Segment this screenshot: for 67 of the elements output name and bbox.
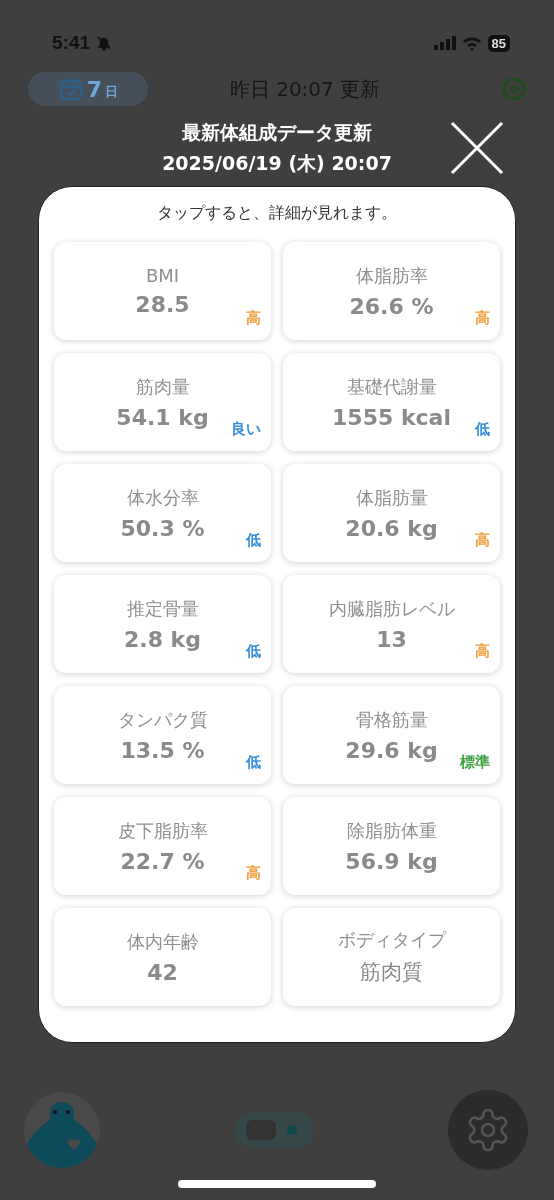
metric-value: 56.9 kg	[345, 848, 438, 874]
metric-card[interactable]: 骨格筋量 29.6 kg 標準	[283, 686, 500, 784]
metric-status: 高	[246, 309, 261, 328]
metric-label: 体脂肪率	[355, 263, 428, 288]
metric-value: 29.6 kg	[345, 737, 438, 763]
toggle-icon[interactable]	[234, 1112, 314, 1148]
metric-label: 皮下脂肪率	[117, 818, 208, 843]
metric-status: 高	[475, 531, 490, 550]
target-icon[interactable]	[502, 77, 526, 101]
metric-status: 高	[475, 309, 490, 328]
modal-title: 最新体組成データ更新	[182, 120, 372, 145]
days-count: 7	[86, 76, 103, 102]
calendar-icon	[57, 76, 84, 102]
measurement-date: 2025/06/19 (木) 20:07	[162, 151, 392, 176]
metric-card[interactable]: 体水分率 50.3 % 低	[54, 464, 271, 562]
metric-status: 高	[246, 864, 261, 883]
close-button[interactable]	[450, 121, 504, 175]
metric-card[interactable]: 体内年齢 42	[54, 908, 271, 1006]
metric-label: 除脂肪体重	[346, 818, 437, 843]
metric-label: BMI	[145, 265, 180, 286]
metric-card[interactable]: ボディタイプ 筋肉質	[283, 908, 500, 1006]
signal-icon	[433, 36, 456, 50]
metric-card[interactable]: タンパク質 13.5 % 低	[54, 686, 271, 784]
tap-hint: タップすると、詳細が見れます。	[156, 203, 398, 224]
metric-value: 13.5 %	[120, 737, 205, 763]
metric-status: 低	[475, 420, 490, 439]
metric-label: 骨格筋量	[355, 707, 428, 732]
metric-label: タンパク質	[117, 707, 208, 732]
metric-status: 高	[475, 642, 490, 661]
metric-card[interactable]: BMI 28.5 高	[54, 242, 271, 340]
metric-status: 標準	[460, 753, 490, 772]
metric-value: 54.1 kg	[116, 404, 209, 430]
metric-value: 42	[147, 959, 178, 985]
metric-label: 基礎代謝量	[346, 374, 437, 399]
wifi-icon	[461, 35, 482, 51]
muted-bell-icon	[96, 35, 113, 51]
metric-status: 低	[246, 531, 261, 550]
metric-value: 1555 kcal	[332, 404, 451, 430]
metric-label: 体内年齢	[126, 929, 199, 954]
metric-card[interactable]: 体脂肪率 26.6 % 高	[283, 242, 500, 340]
metric-label: ボディタイプ	[337, 928, 446, 952]
metric-card[interactable]: 基礎代謝量 1555 kcal 低	[283, 353, 500, 451]
metric-card[interactable]: 皮下脂肪率 22.7 % 高	[54, 797, 271, 895]
days-badge[interactable]: 7 日	[28, 72, 148, 106]
metric-status: 低	[246, 753, 261, 772]
metric-card[interactable]: 除脂肪体重 56.9 kg	[283, 797, 500, 895]
metric-label: 推定骨量	[126, 596, 199, 621]
metric-value: 2.8 kg	[124, 626, 201, 652]
metric-value: 筋肉質	[360, 959, 423, 986]
metric-value: 28.5	[135, 292, 190, 317]
metric-value: 20.6 kg	[345, 515, 438, 541]
metric-card[interactable]: 推定骨量 2.8 kg 低	[54, 575, 271, 673]
metric-label: 内臓脂肪レベル	[328, 596, 455, 621]
metric-status: 低	[246, 642, 261, 661]
metric-label: 筋肉量	[135, 374, 190, 399]
metric-value: 13	[376, 626, 407, 652]
metric-value: 22.7 %	[120, 848, 205, 874]
metric-value: 50.3 %	[120, 515, 205, 541]
metric-status: 良い	[231, 420, 261, 439]
days-unit: 日	[105, 83, 119, 101]
metric-value: 26.6 %	[349, 293, 434, 319]
metric-card[interactable]: 体脂肪量 20.6 kg 高	[283, 464, 500, 562]
metric-card[interactable]: 内臓脂肪レベル 13 高	[283, 575, 500, 673]
battery-level: 85	[487, 34, 510, 52]
metric-card[interactable]: 筋肉量 54.1 kg 良い	[54, 353, 271, 451]
metric-label: 体水分率	[126, 485, 199, 510]
metric-label: 体脂肪量	[355, 485, 428, 510]
